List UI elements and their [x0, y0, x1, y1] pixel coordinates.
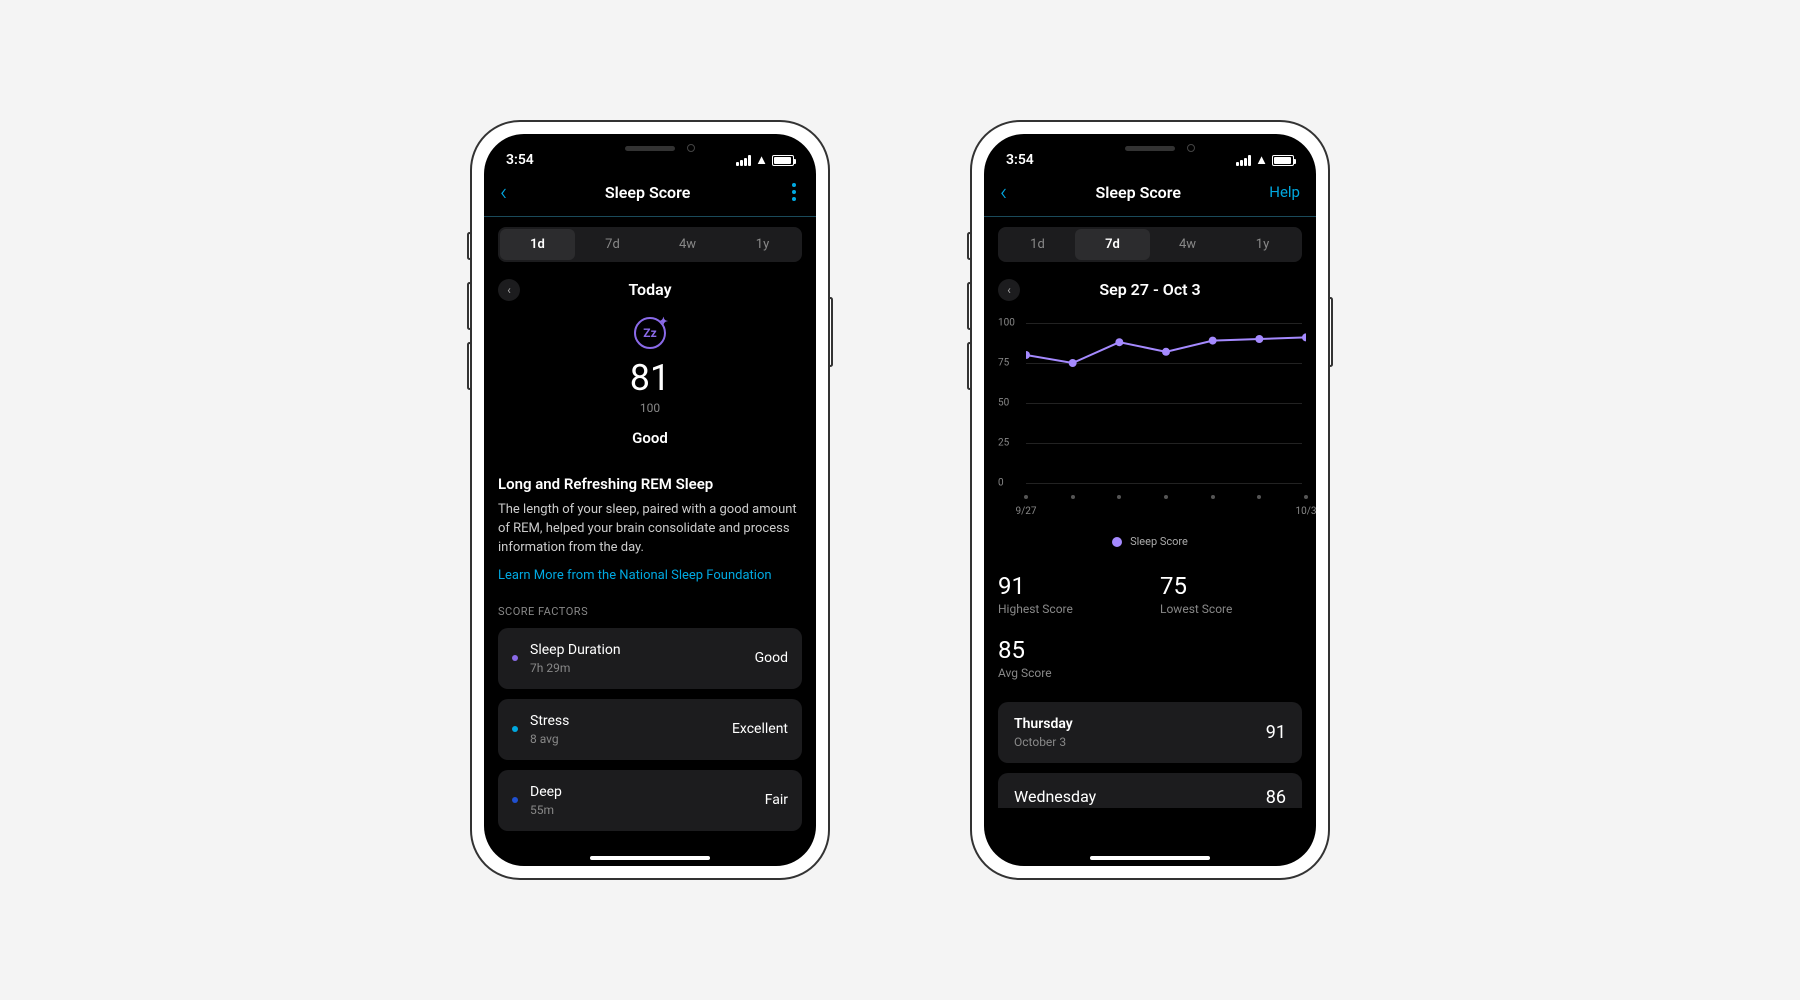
- power-button[interactable]: [1328, 297, 1333, 367]
- factor-title: Deep: [530, 784, 562, 800]
- segment-1y[interactable]: 1y: [725, 229, 800, 260]
- score-rating: Good: [498, 429, 802, 447]
- page-title: Sleep Score: [605, 183, 691, 202]
- day-name: Thursday: [1014, 716, 1073, 732]
- battery-icon: [1272, 155, 1294, 166]
- segment-7d[interactable]: 7d: [575, 229, 650, 260]
- score-value: 81: [498, 357, 802, 399]
- status-time: 3:54: [506, 152, 534, 168]
- avg-score-value: 85: [998, 636, 1140, 664]
- factor-sleep-duration[interactable]: Sleep Duration 7h 29m Good: [498, 628, 802, 689]
- factor-title: Stress: [530, 713, 569, 729]
- home-indicator[interactable]: [1090, 856, 1210, 860]
- factor-rating: Fair: [765, 792, 788, 808]
- legend-label: Sleep Score: [1130, 535, 1188, 548]
- notch: [570, 134, 730, 162]
- time-range-segmented: 1d 7d 4w 1y: [498, 227, 802, 262]
- segment-7d[interactable]: 7d: [1075, 229, 1150, 260]
- day-score: 91: [1266, 722, 1286, 743]
- segment-1y[interactable]: 1y: [1225, 229, 1300, 260]
- nav-bar: ‹ Sleep Score Help: [984, 174, 1316, 217]
- nav-bar: ‹ Sleep Score: [484, 174, 816, 217]
- stats-grid: 91 Highest Score 75 Lowest Score 85 Avg …: [998, 572, 1302, 680]
- day-row-thursday[interactable]: Thursday October 3 91: [998, 702, 1302, 763]
- dot-icon: [512, 726, 518, 732]
- volume-down[interactable]: [467, 342, 472, 390]
- factor-sub: 55m: [530, 803, 562, 817]
- factor-rating: Good: [755, 650, 788, 666]
- volume-down[interactable]: [967, 342, 972, 390]
- segment-1d[interactable]: 1d: [500, 229, 575, 260]
- notch: [1070, 134, 1230, 162]
- avg-score-label: Avg Score: [998, 666, 1140, 680]
- chart-legend: Sleep Score: [998, 535, 1302, 548]
- dot-icon: [512, 797, 518, 803]
- phone-right: 3:54 ▲ ‹ Sleep Score Help 1d 7d 4w 1y ‹ …: [970, 120, 1330, 880]
- factor-deep[interactable]: Deep 55m Fair: [498, 770, 802, 831]
- learn-more-link[interactable]: Learn More from the National Sleep Found…: [498, 568, 802, 583]
- highest-score-label: Highest Score: [998, 602, 1140, 616]
- score-hero: Zz✦ 81 100 Good: [498, 317, 802, 447]
- score-factors-heading: SCORE FACTORS: [498, 605, 802, 618]
- sleep-score-chart[interactable]: 02550751009/2710/3: [998, 317, 1302, 517]
- volume-up[interactable]: [467, 282, 472, 330]
- time-range-segmented: 1d 7d 4w 1y: [998, 227, 1302, 262]
- wifi-icon: ▲: [1255, 152, 1268, 168]
- factor-rating: Excellent: [732, 721, 788, 737]
- help-button[interactable]: Help: [1269, 183, 1300, 201]
- day-name: Wednesday: [1014, 787, 1096, 808]
- factor-stress[interactable]: Stress 8 avg Excellent: [498, 699, 802, 760]
- back-button[interactable]: ‹: [1000, 178, 1007, 206]
- insight-section: Long and Refreshing REM Sleep The length…: [498, 475, 802, 583]
- more-menu-button[interactable]: [788, 179, 800, 205]
- sleep-icon: Zz✦: [634, 317, 666, 349]
- phone-left: 3:54 ▲ ‹ Sleep Score 1d 7d 4w 1y ‹ Today: [470, 120, 830, 880]
- home-indicator[interactable]: [590, 856, 710, 860]
- highest-score-value: 91: [998, 572, 1140, 600]
- dot-icon: [512, 655, 518, 661]
- day-date: October 3: [1014, 735, 1073, 749]
- segment-1d[interactable]: 1d: [1000, 229, 1075, 260]
- signal-icon: [1236, 155, 1251, 166]
- page-title: Sleep Score: [1095, 183, 1181, 202]
- insight-body: The length of your sleep, paired with a …: [498, 501, 802, 558]
- volume-up[interactable]: [967, 282, 972, 330]
- date-prev-button[interactable]: ‹: [498, 279, 520, 301]
- wifi-icon: ▲: [755, 152, 768, 168]
- insight-title: Long and Refreshing REM Sleep: [498, 475, 802, 493]
- score-denominator: 100: [498, 401, 802, 415]
- segment-4w[interactable]: 4w: [1150, 229, 1225, 260]
- mute-switch[interactable]: [467, 232, 472, 260]
- lowest-score-value: 75: [1160, 572, 1302, 600]
- legend-dot-icon: [1112, 537, 1122, 547]
- back-button[interactable]: ‹: [500, 178, 507, 206]
- status-time: 3:54: [1006, 152, 1034, 168]
- day-row-wednesday[interactable]: Wednesday 86: [998, 773, 1302, 808]
- battery-icon: [772, 155, 794, 166]
- day-score: 86: [1266, 787, 1286, 808]
- date-range-label: Sep 27 - Oct 3: [1099, 280, 1200, 299]
- factor-sub: 7h 29m: [530, 661, 621, 675]
- date-prev-button[interactable]: ‹: [998, 279, 1020, 301]
- power-button[interactable]: [828, 297, 833, 367]
- date-label: Today: [628, 280, 671, 299]
- factor-sub: 8 avg: [530, 732, 569, 746]
- factor-title: Sleep Duration: [530, 642, 621, 658]
- signal-icon: [736, 155, 751, 166]
- lowest-score-label: Lowest Score: [1160, 602, 1302, 616]
- mute-switch[interactable]: [967, 232, 972, 260]
- segment-4w[interactable]: 4w: [650, 229, 725, 260]
